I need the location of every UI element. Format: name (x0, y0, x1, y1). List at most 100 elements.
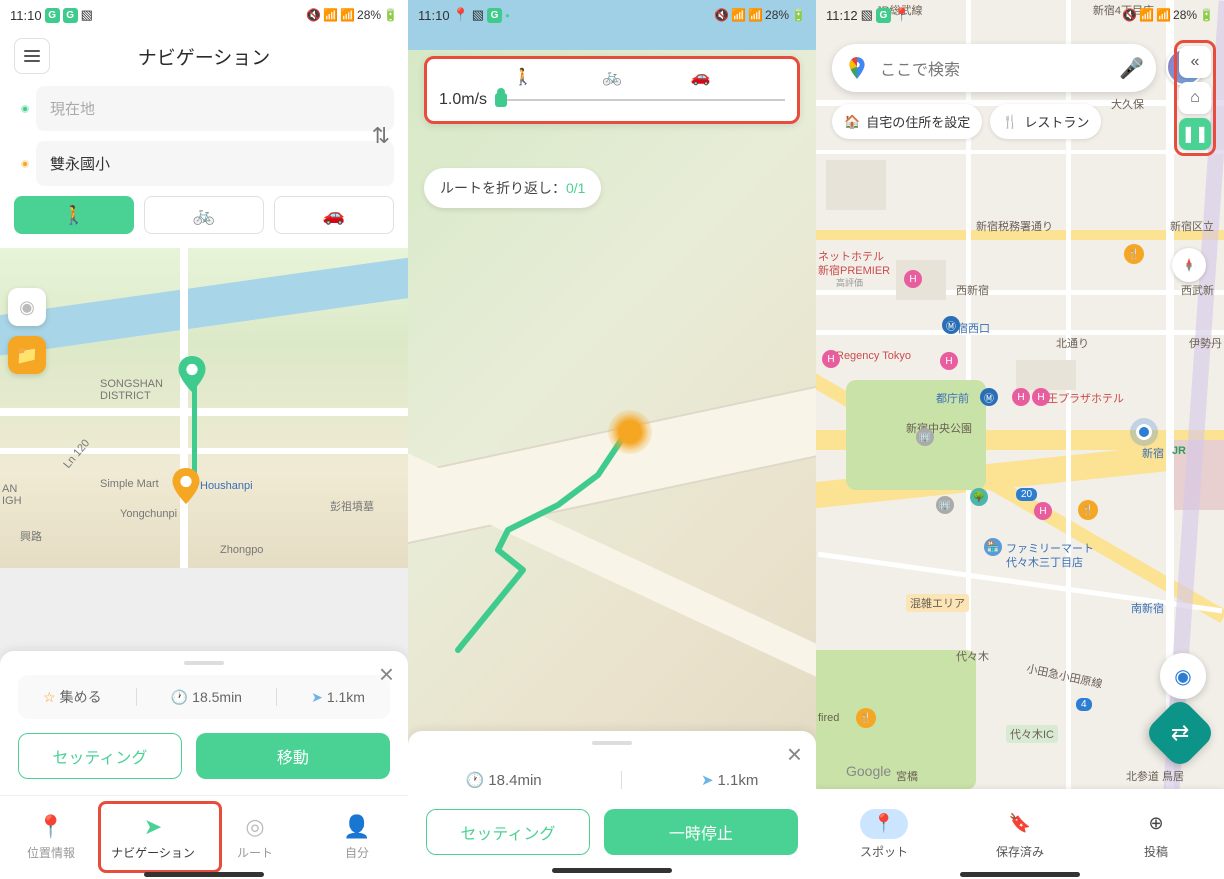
side-controls-highlight: « ⌂ ❚❚ (1174, 40, 1216, 156)
tab-post[interactable]: ⊕投稿 (1088, 789, 1224, 879)
mode-car-button[interactable]: 🚗 (274, 196, 394, 234)
app-icon: G (63, 8, 78, 23)
route-line (468, 430, 648, 590)
origin-pin-icon (178, 356, 206, 392)
mode-bike-button[interactable]: 🚲 (144, 196, 264, 234)
gallery-icon: ▧ (861, 7, 873, 23)
tab-self[interactable]: 👤自分 (306, 796, 408, 879)
signal-icon: 📶 (340, 8, 355, 22)
map-label: 都庁前 (936, 390, 969, 406)
restaurant-icon: 🍴 (1002, 114, 1018, 130)
fold-route-chip[interactable]: ルートを折り返し：0/1 (424, 168, 601, 208)
route-distance: ➤1.1km (311, 689, 365, 706)
destination-input[interactable]: 雙永國小 (36, 141, 394, 186)
sheet-handle[interactable] (592, 741, 632, 745)
mode-bike-icon[interactable]: 🚲 (602, 67, 622, 87)
signal-icon: 📶 (748, 8, 763, 22)
poi-building-icon[interactable]: 🏢 (936, 496, 954, 514)
mute-icon: 🔇 (306, 8, 321, 22)
route-info-row: ☆集める 🕐18.5min ➤1.1km (18, 675, 390, 719)
origin-input[interactable]: 現在地 (36, 86, 394, 131)
poi-station-icon[interactable]: Ⓜ (942, 316, 960, 334)
tab-location[interactable]: 📍位置情報 (0, 796, 102, 879)
mode-walk-icon[interactable]: 🚶 (513, 67, 533, 87)
poi-hotel-icon[interactable]: H (1032, 388, 1050, 406)
poi-restaurant-icon[interactable]: 🍴 (856, 708, 876, 728)
status-bar: 11:12 ▧ G 📍 🔇 📶 📶 28% 🔋 (816, 0, 1224, 30)
map-label: 新宿区立 (1170, 218, 1214, 234)
poi-store-icon[interactable]: 🏪 (984, 538, 1002, 556)
route-time: 🕐18.5min (171, 689, 242, 706)
bottom-sheet: × ☆集める 🕐18.5min ➤1.1km セッティング 移動 (0, 651, 408, 795)
pause-button[interactable]: 一時停止 (604, 809, 798, 855)
screen-2-navigating: 11:10 📍 ▧ G • 🔇 📶 📶 28% 🔋 🚶 🚲 🚗 1.0m/s ル… (408, 0, 816, 879)
poi-park-icon[interactable]: 🌳 (970, 488, 988, 506)
route-time: 🕐18.4min (466, 771, 542, 789)
google-logo: Google (846, 763, 891, 779)
app-icon: G (45, 8, 60, 23)
poi-hotel-icon[interactable]: H (904, 270, 922, 288)
poi-station-icon[interactable]: Ⓜ (980, 388, 998, 406)
tab-bar: 📍位置情報 ➤ナビゲーション ◎ルート 👤自分 (0, 795, 408, 879)
close-button[interactable]: × (787, 739, 802, 770)
mute-icon: 🔇 (714, 8, 729, 22)
collapse-button[interactable]: « (1179, 46, 1211, 78)
folder-button[interactable]: 📁 (8, 336, 46, 374)
speed-slider[interactable] (495, 99, 785, 101)
map-label: 宮橋 (896, 768, 918, 784)
tab-bar: 📍スポット 🔖保存済み ⊕投稿 (816, 789, 1224, 879)
locate-button[interactable]: ◉ (8, 288, 46, 326)
nav-header: ナビゲーション 現在地 雙永國小 ⇅ 🚶 🚲 🚗 (0, 30, 408, 248)
pause-button[interactable]: ❚❚ (1179, 118, 1211, 150)
sheet-handle[interactable] (184, 661, 224, 665)
gallery-icon: ▧ (472, 7, 484, 23)
mode-walk-button[interactable]: 🚶 (14, 196, 134, 234)
my-location-button[interactable]: ◉ (1160, 653, 1206, 699)
screen-1-navigation: 11:10 G G ▧ 🔇 📶 📶 28% 🔋 ナビゲーション 現在地 雙永國小 (0, 0, 408, 879)
category-chips: 🏠自宅の住所を設定 🍴レストラン (832, 104, 1164, 139)
signal-icon: 📶 (1156, 8, 1171, 22)
status-bar: 11:10 📍 ▧ G • 🔇 📶 📶 28% 🔋 (408, 0, 816, 30)
home-indicator (144, 872, 264, 877)
poi-hotel-icon[interactable]: H (1012, 388, 1030, 406)
plus-icon: ⊕ (1132, 809, 1180, 839)
compass-button[interactable] (1172, 248, 1206, 282)
map-label: 伊勢丹 (1189, 335, 1222, 351)
map-view[interactable]: ◉ 📁 SONGSHAN DISTRICT Simple Mart Housha… (0, 248, 408, 568)
map-label: 小田急小田原線 (1025, 660, 1104, 692)
mode-car-icon[interactable]: 🚗 (691, 67, 711, 87)
search-placeholder: ここで検索 (880, 56, 1109, 80)
settings-button[interactable]: セッティング (426, 809, 590, 855)
close-button[interactable]: × (379, 659, 394, 690)
battery-pct: 28% (765, 8, 789, 22)
map-label: 西武新 (1181, 282, 1214, 298)
poi-hotel-icon[interactable]: H (1034, 502, 1052, 520)
slider-knob[interactable] (495, 93, 507, 107)
search-bar[interactable]: ここで検索 🎤 (832, 44, 1156, 92)
chip-set-home[interactable]: 🏠自宅の住所を設定 (832, 104, 982, 139)
highlight-box (98, 801, 222, 873)
mic-icon[interactable]: 🎤 (1119, 56, 1144, 81)
speed-control-card: 🚶 🚲 🚗 1.0m/s (424, 56, 800, 124)
map-label: Regency Tokyo (836, 350, 911, 362)
current-location-icon (608, 410, 652, 454)
poi-building-icon[interactable]: 🏢 (916, 428, 934, 446)
map-label: 北通り (1056, 335, 1089, 351)
poi-restaurant-icon[interactable]: 🍴 (1078, 500, 1098, 520)
poi-hotel-icon[interactable]: H (822, 350, 840, 368)
home-button[interactable]: ⌂ (1179, 82, 1211, 114)
poi-restaurant-icon[interactable]: 🍴 (1124, 244, 1144, 264)
battery-icon: 🔋 (791, 8, 806, 22)
poi-hotel-icon[interactable]: H (940, 352, 958, 370)
chip-restaurant[interactable]: 🍴レストラン (990, 104, 1101, 139)
collect-button[interactable]: ☆集める (43, 687, 102, 707)
swap-icon[interactable]: ⇅ (372, 123, 390, 149)
map-label: 南新宿 (1131, 600, 1164, 616)
status-time: 11:12 (826, 8, 858, 23)
settings-button[interactable]: セッティング (18, 733, 182, 779)
map-label: 代々木IC (1006, 725, 1058, 743)
dest-pin-icon (172, 468, 200, 504)
move-button[interactable]: 移動 (196, 733, 390, 779)
tab-saved[interactable]: 🔖保存済み (952, 789, 1088, 879)
tab-spot[interactable]: 📍スポット (816, 789, 952, 879)
